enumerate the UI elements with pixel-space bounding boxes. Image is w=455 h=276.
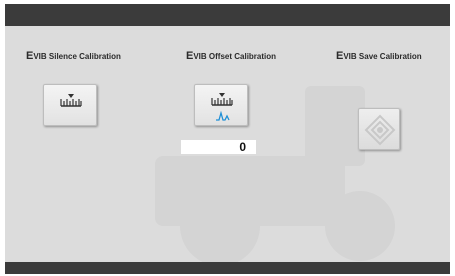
silence-calibration-button[interactable]: [43, 84, 97, 126]
save-calibration-button[interactable]: [358, 108, 400, 150]
top-bar: [5, 4, 450, 26]
silence-calibration-title: EVIB Silence Calibration: [26, 50, 121, 62]
offset-calibration-button[interactable]: [194, 84, 248, 126]
ruler-icon: [60, 94, 82, 107]
offset-value-display: 0: [181, 140, 256, 154]
save-calibration-title: EVIB Save Calibration: [336, 50, 422, 62]
offset-calibration-title: EVIB Offset Calibration: [186, 50, 277, 62]
ruler-wave-icon: [211, 93, 233, 121]
bottom-bar: [5, 262, 450, 274]
save-diamond-icon: [364, 114, 396, 146]
